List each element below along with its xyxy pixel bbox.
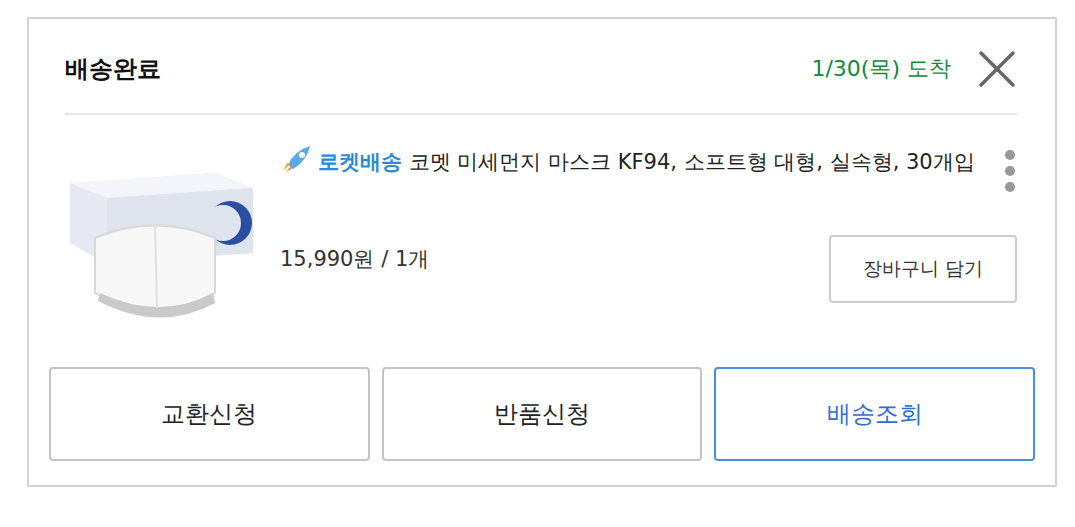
add-to-cart-button[interactable]: 장바구니 담기 (829, 235, 1017, 303)
product-price: 15,990원 / 1개 (280, 245, 429, 273)
action-buttons: 교환신청반품신청배송조회 (29, 323, 1055, 485)
order-card: 배송완료 1/30(목) 도착로켓배송 코멧 미세먼지 마스크 KF94, 소프트… (27, 17, 1057, 487)
product-row: 로켓배송 코멧 미세먼지 마스크 KF94, 소프트형 대형, 실속형, 30개… (29, 115, 1055, 323)
product-title[interactable]: 로켓배송 코멧 미세먼지 마스크 KF94, 소프트형 대형, 실속형, 30개… (280, 143, 975, 179)
arrival-date: 1/30(목) 도착 (811, 54, 951, 84)
action-button[interactable]: 반품신청 (382, 367, 703, 461)
product-name: 코멧 미세먼지 마스크 KF94, 소프트형 대형, 실속형, 30개입 (409, 150, 975, 174)
action-button[interactable]: 배송조회 (714, 367, 1035, 461)
order-header: 배송완료 1/30(목) 도착 (65, 19, 1017, 115)
action-button[interactable]: 교환신청 (49, 367, 370, 461)
rocket-icon (280, 143, 316, 173)
delivery-status: 배송완료 (65, 53, 161, 85)
close-icon[interactable] (977, 49, 1017, 89)
rocket-badge: 로켓배송 (318, 150, 402, 174)
product-image[interactable] (65, 143, 255, 323)
more-icon[interactable] (1003, 149, 1017, 193)
